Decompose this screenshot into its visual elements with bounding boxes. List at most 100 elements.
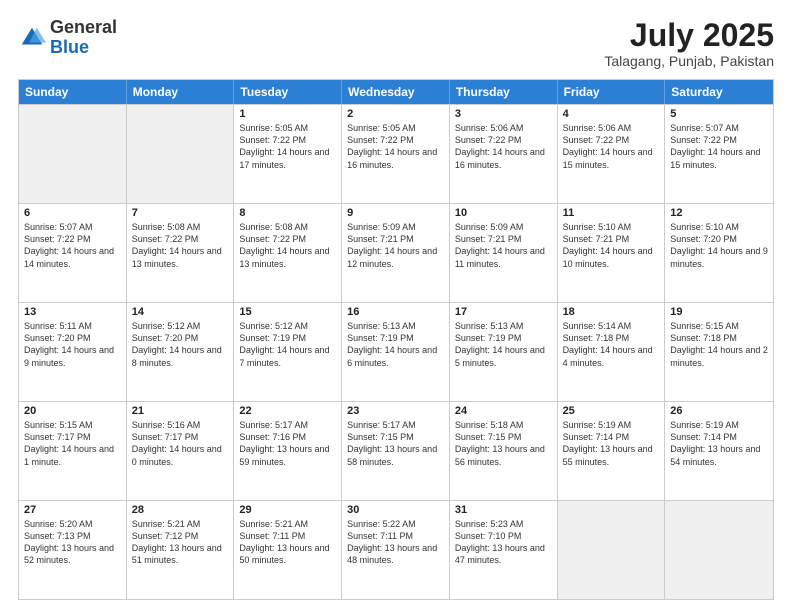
day-number: 22 [239, 405, 336, 417]
day-number: 28 [132, 504, 229, 516]
calendar-week-2: 13 Sunrise: 5:11 AM Sunset: 7:20 PM Dayli… [19, 302, 773, 401]
calendar-cell: 19 Sunrise: 5:15 AM Sunset: 7:18 PM Dayli… [665, 303, 773, 401]
title-block: July 2025 Talagang, Punjab, Pakistan [604, 18, 774, 69]
cell-info: Sunrise: 5:15 AM Sunset: 7:17 PM Dayligh… [24, 419, 121, 468]
calendar-week-4: 27Sunrise: 5:20 AM Sunset: 7:13 PM Dayli… [19, 500, 773, 599]
calendar-cell: 1 Sunrise: 5:05 AM Sunset: 7:22 PM Daylig… [234, 105, 342, 203]
calendar-week-1: 6 Sunrise: 5:07 AM Sunset: 7:22 PM Daylig… [19, 203, 773, 302]
cell-info: Sunrise: 5:13 AM Sunset: 7:19 PM Dayligh… [455, 320, 552, 369]
cell-info: Sunrise: 5:09 AM Sunset: 7:21 PM Dayligh… [347, 221, 444, 270]
calendar-cell [19, 105, 127, 203]
day-number: 13 [24, 306, 121, 318]
calendar-cell: 21 Sunrise: 5:16 AM Sunset: 7:17 PM Dayli… [127, 402, 235, 500]
calendar-cell: 3 Sunrise: 5:06 AM Sunset: 7:22 PM Daylig… [450, 105, 558, 203]
day-number: 7 [132, 207, 229, 219]
day-number: 21 [132, 405, 229, 417]
calendar-week-0: 1 Sunrise: 5:05 AM Sunset: 7:22 PM Daylig… [19, 104, 773, 203]
calendar-cell: 31 Sunrise: 5:23 AM Sunset: 7:10 PM Dayli… [450, 501, 558, 599]
calendar-cell: 26 Sunrise: 5:19 AM Sunset: 7:14 PM Dayli… [665, 402, 773, 500]
cell-info: Sunrise: 5:21 AM Sunset: 7:12 PM Dayligh… [132, 518, 229, 567]
logo-general-text: General [50, 17, 117, 37]
day-number: 2 [347, 108, 444, 120]
day-number: 3 [455, 108, 552, 120]
calendar-header-wednesday: Wednesday [342, 80, 450, 104]
calendar-cell: 28 Sunrise: 5:21 AM Sunset: 7:12 PM Dayli… [127, 501, 235, 599]
calendar-cell: 29 Sunrise: 5:21 AM Sunset: 7:11 PM Dayli… [234, 501, 342, 599]
cell-info: Sunrise: 5:18 AM Sunset: 7:15 PM Dayligh… [455, 419, 552, 468]
day-number: 25 [563, 405, 660, 417]
day-number: 29 [239, 504, 336, 516]
calendar-header-monday: Monday [127, 80, 235, 104]
calendar-cell: 14Sunrise: 5:12 AM Sunset: 7:20 PM Dayli… [127, 303, 235, 401]
cell-info: Sunrise: 5:12 AM Sunset: 7:20 PM Dayligh… [132, 320, 229, 369]
day-number: 31 [455, 504, 552, 516]
day-number: 15 [239, 306, 336, 318]
cell-info: Sunrise: 5:13 AM Sunset: 7:19 PM Dayligh… [347, 320, 444, 369]
header: General Blue July 2025 Talagang, Punjab,… [18, 18, 774, 69]
cell-info: Sunrise: 5:12 AM Sunset: 7:19 PM Dayligh… [239, 320, 336, 369]
cell-info: Sunrise: 5:23 AM Sunset: 7:10 PM Dayligh… [455, 518, 552, 567]
location-title: Talagang, Punjab, Pakistan [604, 53, 774, 69]
calendar-cell: 23 Sunrise: 5:17 AM Sunset: 7:15 PM Dayli… [342, 402, 450, 500]
calendar-cell: 25 Sunrise: 5:19 AM Sunset: 7:14 PM Dayli… [558, 402, 666, 500]
cell-info: Sunrise: 5:21 AM Sunset: 7:11 PM Dayligh… [239, 518, 336, 567]
day-number: 23 [347, 405, 444, 417]
day-number: 24 [455, 405, 552, 417]
day-number: 27 [24, 504, 121, 516]
cell-info: Sunrise: 5:06 AM Sunset: 7:22 PM Dayligh… [455, 122, 552, 171]
day-number: 30 [347, 504, 444, 516]
logo-text: General Blue [50, 18, 117, 58]
cell-info: Sunrise: 5:11 AM Sunset: 7:20 PM Dayligh… [24, 320, 121, 369]
calendar-cell: 30 Sunrise: 5:22 AM Sunset: 7:11 PM Dayli… [342, 501, 450, 599]
calendar-cell: 11Sunrise: 5:10 AM Sunset: 7:21 PM Dayli… [558, 204, 666, 302]
logo-icon [18, 24, 46, 52]
calendar-cell: 24 Sunrise: 5:18 AM Sunset: 7:15 PM Dayli… [450, 402, 558, 500]
cell-info: Sunrise: 5:08 AM Sunset: 7:22 PM Dayligh… [239, 221, 336, 270]
cell-info: Sunrise: 5:19 AM Sunset: 7:14 PM Dayligh… [670, 419, 768, 468]
calendar-cell: 15 Sunrise: 5:12 AM Sunset: 7:19 PM Dayli… [234, 303, 342, 401]
cell-info: Sunrise: 5:19 AM Sunset: 7:14 PM Dayligh… [563, 419, 660, 468]
cell-info: Sunrise: 5:17 AM Sunset: 7:15 PM Dayligh… [347, 419, 444, 468]
logo-blue-text: Blue [50, 37, 89, 57]
day-number: 1 [239, 108, 336, 120]
cell-info: Sunrise: 5:16 AM Sunset: 7:17 PM Dayligh… [132, 419, 229, 468]
cell-info: Sunrise: 5:09 AM Sunset: 7:21 PM Dayligh… [455, 221, 552, 270]
calendar-body: 1 Sunrise: 5:05 AM Sunset: 7:22 PM Daylig… [19, 104, 773, 599]
cell-info: Sunrise: 5:17 AM Sunset: 7:16 PM Dayligh… [239, 419, 336, 468]
logo: General Blue [18, 18, 117, 58]
cell-info: Sunrise: 5:15 AM Sunset: 7:18 PM Dayligh… [670, 320, 768, 369]
day-number: 19 [670, 306, 768, 318]
calendar-header-sunday: Sunday [19, 80, 127, 104]
calendar: SundayMondayTuesdayWednesdayThursdayFrid… [18, 79, 774, 600]
day-number: 18 [563, 306, 660, 318]
calendar-header-tuesday: Tuesday [234, 80, 342, 104]
day-number: 8 [239, 207, 336, 219]
day-number: 5 [670, 108, 768, 120]
cell-info: Sunrise: 5:10 AM Sunset: 7:20 PM Dayligh… [670, 221, 768, 270]
day-number: 26 [670, 405, 768, 417]
cell-info: Sunrise: 5:22 AM Sunset: 7:11 PM Dayligh… [347, 518, 444, 567]
day-number: 20 [24, 405, 121, 417]
calendar-cell: 12 Sunrise: 5:10 AM Sunset: 7:20 PM Dayli… [665, 204, 773, 302]
calendar-header: SundayMondayTuesdayWednesdayThursdayFrid… [19, 80, 773, 104]
calendar-cell: 9 Sunrise: 5:09 AM Sunset: 7:21 PM Daylig… [342, 204, 450, 302]
calendar-week-3: 20 Sunrise: 5:15 AM Sunset: 7:17 PM Dayli… [19, 401, 773, 500]
calendar-cell: 2Sunrise: 5:05 AM Sunset: 7:22 PM Daylig… [342, 105, 450, 203]
calendar-cell: 8 Sunrise: 5:08 AM Sunset: 7:22 PM Daylig… [234, 204, 342, 302]
cell-info: Sunrise: 5:14 AM Sunset: 7:18 PM Dayligh… [563, 320, 660, 369]
day-number: 12 [670, 207, 768, 219]
calendar-cell: 20 Sunrise: 5:15 AM Sunset: 7:17 PM Dayli… [19, 402, 127, 500]
day-number: 16 [347, 306, 444, 318]
day-number: 6 [24, 207, 121, 219]
month-title: July 2025 [604, 18, 774, 53]
day-number: 9 [347, 207, 444, 219]
cell-info: Sunrise: 5:07 AM Sunset: 7:22 PM Dayligh… [24, 221, 121, 270]
calendar-cell: 7 Sunrise: 5:08 AM Sunset: 7:22 PM Daylig… [127, 204, 235, 302]
calendar-cell: 27Sunrise: 5:20 AM Sunset: 7:13 PM Dayli… [19, 501, 127, 599]
day-number: 17 [455, 306, 552, 318]
calendar-cell [558, 501, 666, 599]
calendar-cell: 13 Sunrise: 5:11 AM Sunset: 7:20 PM Dayli… [19, 303, 127, 401]
cell-info: Sunrise: 5:08 AM Sunset: 7:22 PM Dayligh… [132, 221, 229, 270]
cell-info: Sunrise: 5:05 AM Sunset: 7:22 PM Dayligh… [239, 122, 336, 171]
day-number: 11 [563, 207, 660, 219]
